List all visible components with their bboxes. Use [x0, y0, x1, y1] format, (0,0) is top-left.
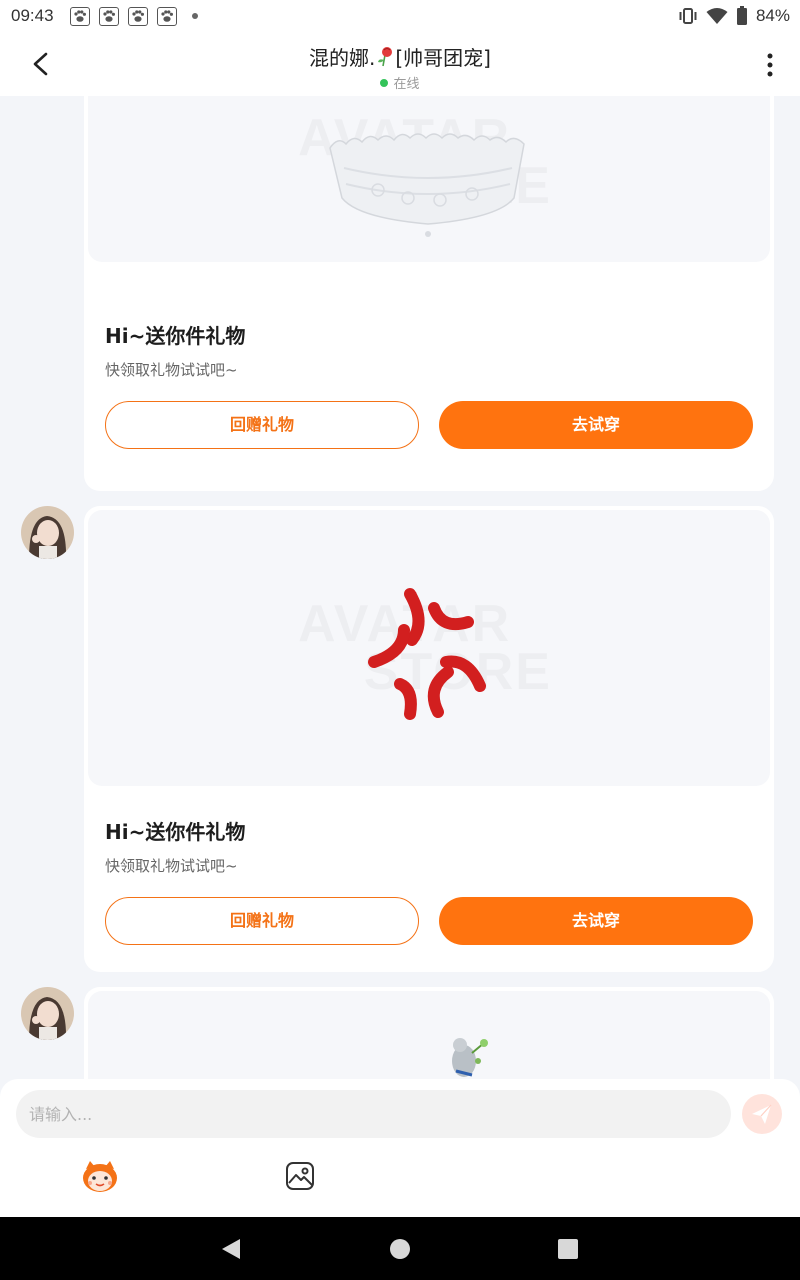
more-notifications-dot	[192, 13, 198, 19]
system-navigation-bar	[0, 1217, 800, 1280]
battery-percent: 84%	[755, 6, 790, 25]
message-input[interactable]	[16, 1090, 731, 1138]
chat-title-block: 混的娜. [帅哥团宠] 在线	[200, 42, 600, 92]
gift-subtitle: 快领取礼物试试吧~	[105, 361, 238, 379]
gift-message-card: AVATAR STORE Hi~送你件礼物 快领取礼物试试吧~ 回赠礼物 去试穿	[84, 506, 774, 972]
chevron-left-icon	[33, 52, 48, 76]
gift-subtitle: 快领取礼物试试吧~	[105, 857, 238, 875]
gift-title: Hi~送你件礼物	[105, 820, 246, 844]
nav-recents-button[interactable]	[554, 1235, 582, 1263]
gift-title: Hi~送你件礼物	[105, 324, 246, 348]
back-button[interactable]	[22, 46, 62, 82]
paw-icon	[70, 7, 90, 26]
vibrate-icon	[679, 8, 697, 24]
nav-back-button[interactable]	[218, 1235, 246, 1263]
wifi-icon	[706, 8, 728, 24]
status-time: 09:43	[11, 6, 54, 25]
image-button[interactable]	[285, 1161, 315, 1191]
return-gift-button[interactable]: 回赠礼物	[105, 401, 419, 449]
return-gift-button[interactable]: 回赠礼物	[105, 897, 419, 945]
square-recents-icon	[558, 1239, 578, 1259]
more-vertical-icon	[767, 53, 773, 77]
contact-name: 混的娜.	[309, 46, 376, 70]
circle-home-icon	[390, 1239, 410, 1259]
gift-preview[interactable]	[88, 991, 770, 1080]
gift-message-card	[84, 987, 774, 1080]
status-bar: 09:43 84%	[0, 0, 800, 34]
more-options-button[interactable]	[760, 50, 780, 80]
paw-icon	[128, 7, 148, 26]
triangle-back-icon	[222, 1239, 240, 1259]
online-status: 在线	[200, 73, 600, 92]
try-on-button[interactable]: 去试穿	[439, 897, 753, 945]
chat-header: 混的娜. [帅哥团宠] 在线	[0, 34, 800, 96]
send-icon	[752, 1104, 772, 1124]
image-icon	[286, 1162, 314, 1190]
lace-headband-image	[329, 133, 525, 237]
emoji-button[interactable]	[80, 1159, 120, 1193]
online-status-text: 在线	[393, 77, 420, 92]
gift-preview[interactable]: AVATAR STORE	[88, 96, 770, 262]
mascot-emoji-icon	[83, 1161, 117, 1192]
send-button[interactable]	[742, 1094, 782, 1134]
message-list[interactable]: AVATAR STORE Hi~送你件礼物 快领取礼物试试吧~ 回赠礼物 去试穿	[0, 96, 800, 1080]
avatar-image	[21, 506, 74, 559]
gift-preview[interactable]: AVATAR STORE	[88, 510, 770, 786]
battery-icon	[736, 6, 747, 25]
contact-tag: [帅哥团宠]	[395, 46, 491, 70]
avatar[interactable]	[21, 987, 74, 1040]
angry-mark-image	[368, 588, 486, 720]
nav-home-button[interactable]	[386, 1235, 414, 1263]
paw-icon	[157, 7, 177, 26]
gift-message-card: AVATAR STORE Hi~送你件礼物 快领取礼物试试吧~ 回赠礼物 去试穿	[84, 96, 774, 491]
try-on-button[interactable]: 去试穿	[439, 401, 753, 449]
message-composer	[0, 1079, 800, 1217]
avatar-image	[21, 987, 74, 1040]
paw-icon	[99, 7, 119, 26]
flower-figurine-image	[452, 1038, 488, 1077]
rose-emoji-icon	[375, 45, 395, 72]
avatar[interactable]	[21, 506, 74, 559]
online-indicator	[380, 79, 389, 87]
chat-title: 混的娜. [帅哥团宠]	[200, 42, 600, 72]
